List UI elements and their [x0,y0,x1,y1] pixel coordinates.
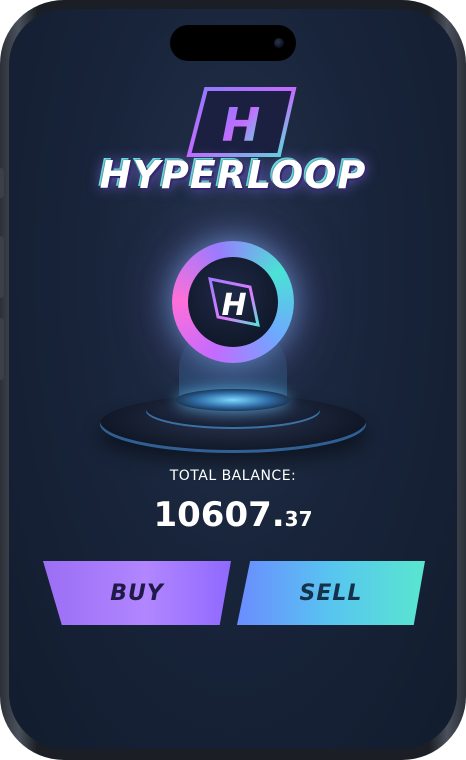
sell-button[interactable]: SELL [237,561,425,625]
pedestal-top [176,389,290,411]
h-emblem-icon: H [186,87,297,157]
logo-wordmark: HYPERLOOP [99,153,367,197]
buy-button-label: BUY [110,580,164,606]
balance-amount: 10607.37 [9,495,457,535]
buy-button[interactable]: BUY [43,561,231,625]
volume-down-button [0,318,4,380]
svg-text:H: H [221,288,246,323]
balance-label: TOTAL BALANCE: [169,468,297,484]
coin-token: H [172,241,294,363]
mute-switch [0,168,4,198]
balance-decimal: 37 [284,507,313,531]
volume-up-button [0,236,4,298]
app-logo: H HYPERLOOP [9,79,457,209]
balance-integer: 10607. [153,495,285,535]
coin-face: H [188,257,278,347]
dynamic-island [170,25,296,61]
svg-text:H: H [222,98,261,152]
phone-frame: H HYPERLOOP H TOTAL BALANCE: 10607.37 BU… [0,0,466,760]
coin-h-icon: H [208,277,260,327]
app-screen: H HYPERLOOP H TOTAL BALANCE: 10607.37 BU… [9,9,457,749]
front-camera-icon [274,38,284,48]
sell-button-label: SELL [299,580,363,606]
